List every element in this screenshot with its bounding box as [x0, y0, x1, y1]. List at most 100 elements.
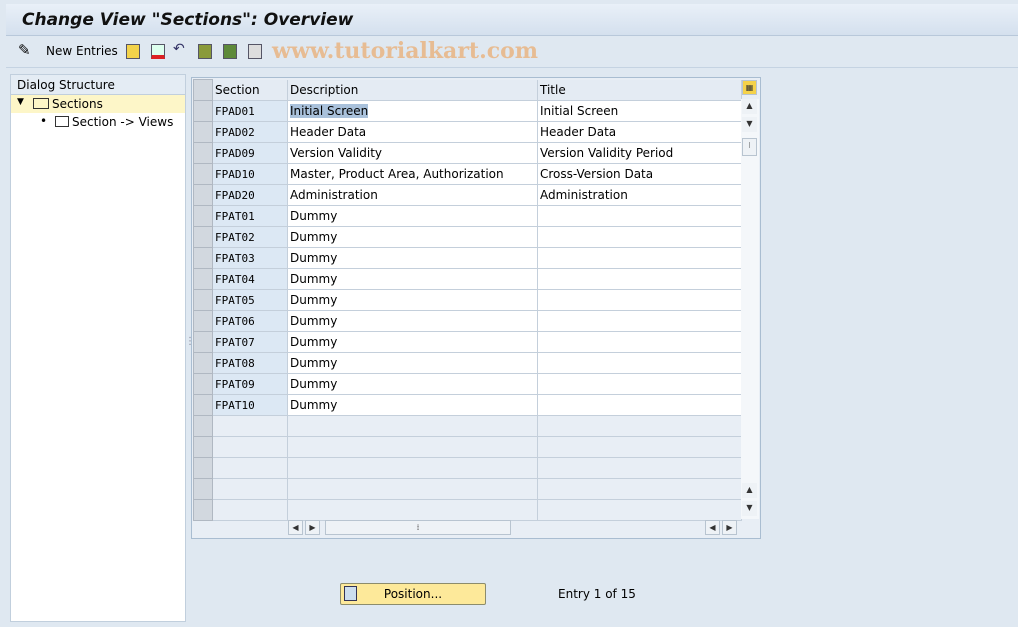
cell-section[interactable] — [212, 499, 288, 521]
cell-section[interactable] — [212, 478, 288, 500]
row-selector[interactable] — [193, 415, 213, 437]
cell-section[interactable] — [212, 415, 288, 437]
cell-description[interactable] — [287, 457, 538, 479]
row-selector[interactable] — [193, 163, 213, 185]
table-row[interactable]: FPAD09 Version Validity Version Validity… — [193, 142, 742, 164]
table-row[interactable]: FPAD01 Initial Screen Initial Screen — [193, 100, 742, 122]
cell-description[interactable]: Dummy — [287, 289, 538, 311]
cell-description[interactable] — [287, 415, 538, 437]
empty-row[interactable] — [193, 457, 742, 479]
cell-title[interactable] — [537, 436, 742, 458]
row-selector[interactable] — [193, 373, 213, 395]
tree-item-sections[interactable]: ▼ Sections — [11, 95, 185, 113]
cell-description[interactable]: Version Validity — [287, 142, 538, 164]
cell-title[interactable] — [537, 268, 742, 290]
row-selector[interactable] — [193, 457, 213, 479]
cell-title[interactable] — [537, 394, 742, 416]
cell-title[interactable] — [537, 457, 742, 479]
column-header-section[interactable]: Section — [212, 79, 288, 101]
row-selector[interactable] — [193, 268, 213, 290]
row-selector[interactable] — [193, 478, 213, 500]
table-row[interactable]: FPAD20 Administration Administration — [193, 184, 742, 206]
cell-section[interactable] — [212, 436, 288, 458]
scroll-thumb[interactable]: ⁝ — [742, 138, 757, 156]
cell-title[interactable] — [537, 310, 742, 332]
row-selector[interactable] — [193, 142, 213, 164]
cell-title[interactable] — [537, 289, 742, 311]
page-up-icon[interactable]: ▲ — [742, 483, 757, 498]
column-header-title[interactable]: Title — [537, 79, 742, 101]
cell-description[interactable] — [287, 436, 538, 458]
splitter-handle[interactable]: ⋮ — [185, 336, 195, 347]
row-selector[interactable] — [193, 100, 213, 122]
cell-description[interactable]: Header Data — [287, 121, 538, 143]
row-selector[interactable] — [193, 289, 213, 311]
cell-title[interactable]: Cross-Version Data — [537, 163, 742, 185]
cell-title[interactable] — [537, 373, 742, 395]
table-row[interactable]: FPAT10 Dummy — [193, 394, 742, 416]
undo-icon[interactable]: ↶ — [173, 41, 185, 57]
scroll-right-icon[interactable]: ▶ — [305, 520, 320, 535]
cell-title[interactable] — [537, 226, 742, 248]
table-row[interactable]: FPAT01 Dummy — [193, 205, 742, 227]
cell-title[interactable] — [537, 331, 742, 353]
deselect-all-icon[interactable] — [248, 44, 262, 59]
cell-description[interactable] — [287, 499, 538, 521]
cell-title[interactable] — [537, 247, 742, 269]
scroll-right-end-icon[interactable]: ▶ — [722, 520, 737, 535]
expand-triangle-icon[interactable]: ▼ — [17, 97, 24, 107]
horizontal-scroll-thumb[interactable]: ⁞ — [325, 520, 511, 535]
row-selector[interactable] — [193, 436, 213, 458]
cell-description[interactable]: Dummy — [287, 394, 538, 416]
select-all-column[interactable] — [193, 79, 213, 101]
cell-title[interactable]: Header Data — [537, 121, 742, 143]
copy-icon[interactable] — [126, 44, 140, 59]
cell-description[interactable]: Dummy — [287, 352, 538, 374]
table-row[interactable]: FPAT02 Dummy — [193, 226, 742, 248]
empty-row[interactable] — [193, 499, 742, 521]
cell-description[interactable]: Dummy — [287, 331, 538, 353]
cell-title[interactable] — [537, 415, 742, 437]
table-row[interactable]: FPAT09 Dummy — [193, 373, 742, 395]
row-selector[interactable] — [193, 499, 213, 521]
table-row[interactable]: FPAT03 Dummy — [193, 247, 742, 269]
row-selector[interactable] — [193, 310, 213, 332]
row-selector[interactable] — [193, 121, 213, 143]
page-down-icon[interactable]: ▼ — [742, 501, 757, 516]
cell-title[interactable] — [537, 499, 742, 521]
empty-row[interactable] — [193, 415, 742, 437]
table-row[interactable]: FPAT07 Dummy — [193, 331, 742, 353]
table-row[interactable]: FPAD02 Header Data Header Data — [193, 121, 742, 143]
empty-row[interactable] — [193, 478, 742, 500]
cell-title[interactable] — [537, 352, 742, 374]
scroll-down-icon[interactable]: ▼ — [742, 117, 757, 132]
cell-title[interactable]: Version Validity Period — [537, 142, 742, 164]
cell-description[interactable]: Dummy — [287, 205, 538, 227]
cell-description[interactable]: Master, Product Area, Authorization — [287, 163, 538, 185]
cell-title[interactable] — [537, 205, 742, 227]
cell-title[interactable]: Initial Screen — [537, 100, 742, 122]
edit-pencil-icon[interactable]: ✎ — [18, 41, 31, 59]
cell-title[interactable]: Administration — [537, 184, 742, 206]
scroll-left-icon[interactable]: ◀ — [288, 520, 303, 535]
table-row[interactable]: FPAT08 Dummy — [193, 352, 742, 374]
column-settings-icon[interactable]: ▦ — [742, 80, 757, 95]
cell-description[interactable]: Dummy — [287, 226, 538, 248]
cell-description[interactable]: Dummy — [287, 247, 538, 269]
row-selector[interactable] — [193, 205, 213, 227]
select-all-icon[interactable] — [198, 44, 212, 59]
row-selector[interactable] — [193, 331, 213, 353]
row-selector[interactable] — [193, 184, 213, 206]
column-header-description[interactable]: Description — [287, 79, 538, 101]
cell-description[interactable]: Initial Screen — [287, 100, 538, 122]
empty-row[interactable] — [193, 436, 742, 458]
row-selector[interactable] — [193, 247, 213, 269]
cell-section[interactable] — [212, 457, 288, 479]
position-button[interactable]: Position... — [340, 583, 486, 605]
delete-icon[interactable] — [151, 44, 165, 59]
row-selector[interactable] — [193, 226, 213, 248]
scroll-left-end-icon[interactable]: ◀ — [705, 520, 720, 535]
new-entries-button[interactable]: New Entries — [46, 44, 118, 60]
scroll-up-icon[interactable]: ▲ — [742, 99, 757, 114]
row-selector[interactable] — [193, 352, 213, 374]
